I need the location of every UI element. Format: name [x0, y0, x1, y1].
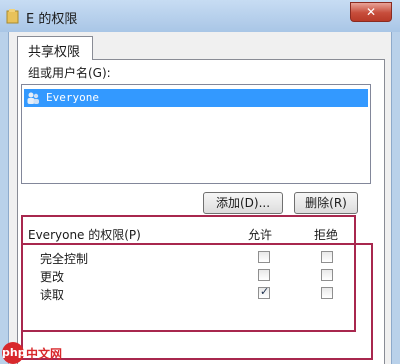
perm-label-full-control: 完全控制 [40, 252, 89, 266]
tab-label: 共享权限 [28, 45, 81, 60]
perm-label-change: 更改 [40, 270, 65, 284]
allow-read-checkbox[interactable] [258, 285, 270, 299]
add-button[interactable]: 添加(D)... [203, 192, 283, 214]
deny-read-checkbox[interactable] [321, 287, 333, 299]
add-button-label: 添加(D)... [215, 196, 271, 210]
deny-column-header: 拒绝 [314, 228, 339, 242]
tab-share-permissions[interactable]: 共享权限 [17, 36, 93, 60]
deny-full-control-checkbox[interactable] [321, 251, 333, 263]
permissions-title: Everyone 的权限(P) [28, 228, 141, 242]
allow-column-header: 允许 [248, 228, 273, 242]
permissions-window: E 的权限 ✕ 共享权限 组或用户名(G): Everyone 添加(D)...… [0, 0, 400, 364]
remove-button[interactable]: 删除(R) [294, 192, 358, 214]
perm-label-read: 读取 [40, 288, 65, 302]
close-icon: ✕ [365, 5, 377, 19]
remove-button-label: 删除(R) [305, 196, 347, 210]
close-button[interactable]: ✕ [350, 2, 392, 22]
allow-change-checkbox[interactable] [258, 269, 270, 281]
folder-icon [6, 9, 19, 24]
title-bar[interactable]: E 的权限 ✕ [0, 0, 400, 32]
allow-full-control-checkbox[interactable] [258, 251, 270, 263]
window-title: E 的权限 [26, 12, 78, 27]
watermark-text: 中文网 [26, 347, 63, 361]
users-section-label: 组或用户名(G): [28, 66, 111, 80]
list-item-everyone[interactable]: Everyone [24, 89, 368, 107]
users-group-icon [27, 92, 39, 104]
list-item-label: Everyone [46, 91, 99, 104]
watermark-badge: php [2, 342, 26, 364]
deny-change-checkbox[interactable] [321, 269, 333, 281]
site-watermark: php 中文网 [0, 342, 86, 364]
users-listbox[interactable]: Everyone [21, 84, 371, 184]
